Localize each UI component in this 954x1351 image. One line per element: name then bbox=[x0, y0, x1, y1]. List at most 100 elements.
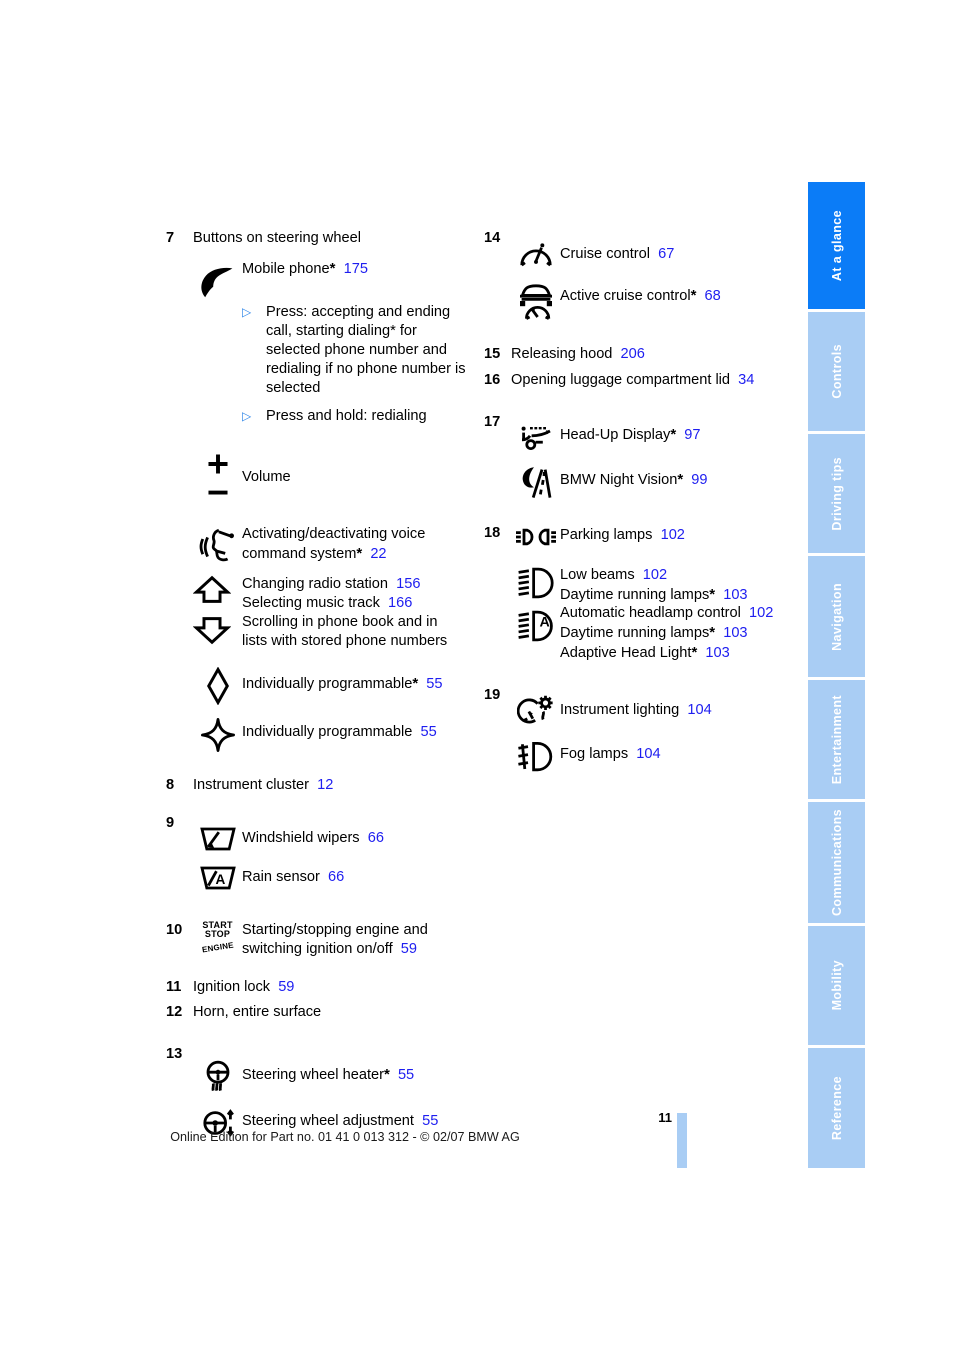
footnote-star: * bbox=[709, 623, 716, 641]
voice-command-label: Activating/deactivating voice command sy… bbox=[242, 525, 426, 562]
diamond-icon bbox=[193, 665, 242, 705]
start-stop-line3: ENGINE bbox=[200, 940, 234, 955]
triangle-bullet-icon: ▷ bbox=[242, 304, 252, 319]
row-instrument-lighting: Instrument lighting 104 bbox=[511, 693, 784, 730]
footnote-star: * bbox=[691, 643, 698, 661]
releasing-hood-row: Releasing hood 206 bbox=[511, 344, 784, 364]
row-fog-lamps: Fog lamps 104 bbox=[511, 740, 784, 773]
page-number: 11 bbox=[658, 1110, 672, 1125]
entry-number: 16 bbox=[484, 371, 501, 388]
ignition-lock-label: Ignition lock bbox=[193, 978, 271, 995]
scrolling-label: Scrolling in phone book and in lists wit… bbox=[242, 613, 448, 649]
page-ref[interactable]: 166 bbox=[388, 595, 412, 611]
entry-18: 18 Parking lamps 102 Low beams 102 Dayti… bbox=[484, 523, 784, 663]
page-ref[interactable]: 103 bbox=[723, 625, 747, 641]
parking-lamps-icon bbox=[511, 526, 560, 547]
page-ref[interactable]: 102 bbox=[643, 567, 667, 583]
row-arrow-keys: Changing radio station 156 Selecting mus… bbox=[193, 574, 466, 651]
page-ref[interactable]: 34 bbox=[738, 372, 754, 388]
windshield-wipers-label: Windshield wipers bbox=[242, 829, 360, 846]
tab-label: Navigation bbox=[829, 582, 844, 651]
entry-12: 12 Horn, entire surface bbox=[166, 1002, 466, 1022]
phone-handset-icon bbox=[193, 258, 242, 300]
page-ref[interactable]: 59 bbox=[278, 979, 294, 995]
four-point-star-icon bbox=[193, 715, 242, 753]
page-ref[interactable]: 12 bbox=[317, 777, 333, 793]
footer-text: Online Edition for Part no. 01 41 0 013 … bbox=[170, 1130, 520, 1144]
entry-number: 11 bbox=[166, 978, 182, 995]
entry-number: 12 bbox=[166, 1004, 183, 1021]
entry-13: 13 Steering wheel heater* 55 Steering wh… bbox=[166, 1044, 466, 1138]
row-start-stop: START STOP ENGINE Starting/stopping engi… bbox=[193, 920, 466, 959]
page-ref[interactable]: 103 bbox=[705, 645, 729, 661]
steering-wheel-heater-label: Steering wheel heater bbox=[242, 1067, 384, 1084]
tab-communications[interactable]: Communications bbox=[808, 802, 865, 926]
steering-wheel-heater-icon bbox=[193, 1056, 242, 1093]
row-windshield-wipers: Windshield wipers 66 bbox=[193, 824, 466, 853]
page-ref[interactable]: 97 bbox=[684, 427, 700, 443]
page-ref[interactable]: 104 bbox=[636, 746, 660, 762]
instrument-cluster-label: Instrument cluster bbox=[193, 776, 309, 793]
right-column: 14 Cruise control 67 Active cruise contr… bbox=[484, 228, 784, 773]
row-programmable-star: Individually programmable 55 bbox=[193, 715, 466, 753]
page-ref[interactable]: 67 bbox=[658, 246, 674, 262]
entry-8: 8 Instrument cluster 12 bbox=[166, 775, 466, 795]
row-head-up-display: Head-Up Display* 97 bbox=[511, 421, 784, 452]
windshield-wiper-icon bbox=[193, 824, 242, 853]
instrument-cluster-row: Instrument cluster 12 bbox=[193, 775, 466, 795]
entry-number: 18 bbox=[484, 524, 501, 541]
adaptive-head-light-label: Adaptive Head Light bbox=[560, 644, 692, 661]
page-ref[interactable]: 175 bbox=[344, 261, 368, 277]
page-ref[interactable]: 66 bbox=[328, 869, 344, 885]
page-ref[interactable]: 103 bbox=[723, 587, 747, 603]
tab-at-a-glance[interactable]: At a glance bbox=[808, 182, 865, 312]
page-ref[interactable]: 102 bbox=[749, 605, 773, 621]
mobile-phone-label: Mobile phone bbox=[242, 260, 330, 277]
page-ref[interactable]: 55 bbox=[422, 1113, 438, 1129]
rain-sensor-label: Rain sensor bbox=[242, 868, 320, 885]
tab-entertainment[interactable]: Entertainment bbox=[808, 680, 865, 802]
entry-number: 10 bbox=[166, 921, 183, 938]
entry-16: 16 Opening luggage compartment lid 34 bbox=[484, 370, 784, 390]
page-ref[interactable]: 55 bbox=[426, 676, 442, 692]
tab-navigation[interactable]: Navigation bbox=[808, 556, 865, 680]
voice-command-icon bbox=[193, 524, 242, 563]
luggage-lid-row: Opening luggage compartment lid 34 bbox=[511, 370, 784, 390]
entry-11: 11 Ignition lock 59 bbox=[166, 977, 466, 997]
automatic-headlamp-control-label: Automatic headlamp control bbox=[560, 604, 741, 621]
page-ref[interactable]: 102 bbox=[661, 527, 685, 543]
tab-reference[interactable]: Reference bbox=[808, 1048, 865, 1168]
entry-number: 19 bbox=[484, 686, 501, 703]
start-stop-engine-icon: START STOP ENGINE bbox=[193, 920, 242, 954]
tab-mobility[interactable]: Mobility bbox=[808, 926, 865, 1048]
page-ref[interactable]: 99 bbox=[691, 472, 707, 488]
page-ref[interactable]: 68 bbox=[705, 288, 721, 304]
page-ref[interactable]: 22 bbox=[370, 546, 386, 562]
row-volume: Volume bbox=[193, 449, 466, 506]
row-night-vision: BMW Night Vision* 99 bbox=[511, 462, 784, 501]
row-rain-sensor: A Rain sensor 66 bbox=[193, 863, 466, 892]
tab-label: Controls bbox=[829, 344, 844, 399]
footnote-star: * bbox=[412, 674, 419, 692]
daytime-running-lamps-row-2: Daytime running lamps* 103 bbox=[560, 623, 784, 643]
night-vision-icon bbox=[511, 462, 560, 501]
page-ref[interactable]: 55 bbox=[398, 1067, 414, 1083]
page-ref[interactable]: 104 bbox=[687, 702, 711, 718]
active-cruise-control-label: Active cruise control bbox=[560, 288, 691, 304]
tab-controls[interactable]: Controls bbox=[808, 312, 865, 434]
luggage-lid-label: Opening luggage compartment lid bbox=[511, 371, 731, 388]
tab-driving-tips[interactable]: Driving tips bbox=[808, 434, 865, 556]
daytime-running-lamps-label: Daytime running lamps bbox=[560, 586, 710, 603]
automatic-headlamp-icon: A bbox=[511, 603, 560, 643]
adaptive-head-light-row: Adaptive Head Light* 103 bbox=[560, 643, 784, 663]
footnote-star: * bbox=[670, 425, 677, 443]
section-tab-rail: At a glance Controls Driving tips Naviga… bbox=[808, 182, 865, 1168]
page-ref[interactable]: 55 bbox=[420, 724, 436, 740]
page-ref[interactable]: 59 bbox=[401, 941, 417, 957]
bullet-text: Press: accepting and ending call, starti… bbox=[266, 303, 466, 396]
entry-15: 15 Releasing hood 206 bbox=[484, 344, 784, 364]
page-ref[interactable]: 206 bbox=[621, 346, 645, 362]
page-ref[interactable]: 66 bbox=[368, 830, 384, 846]
low-beams-label: Low beams bbox=[560, 566, 635, 583]
page-ref[interactable]: 156 bbox=[396, 576, 420, 592]
